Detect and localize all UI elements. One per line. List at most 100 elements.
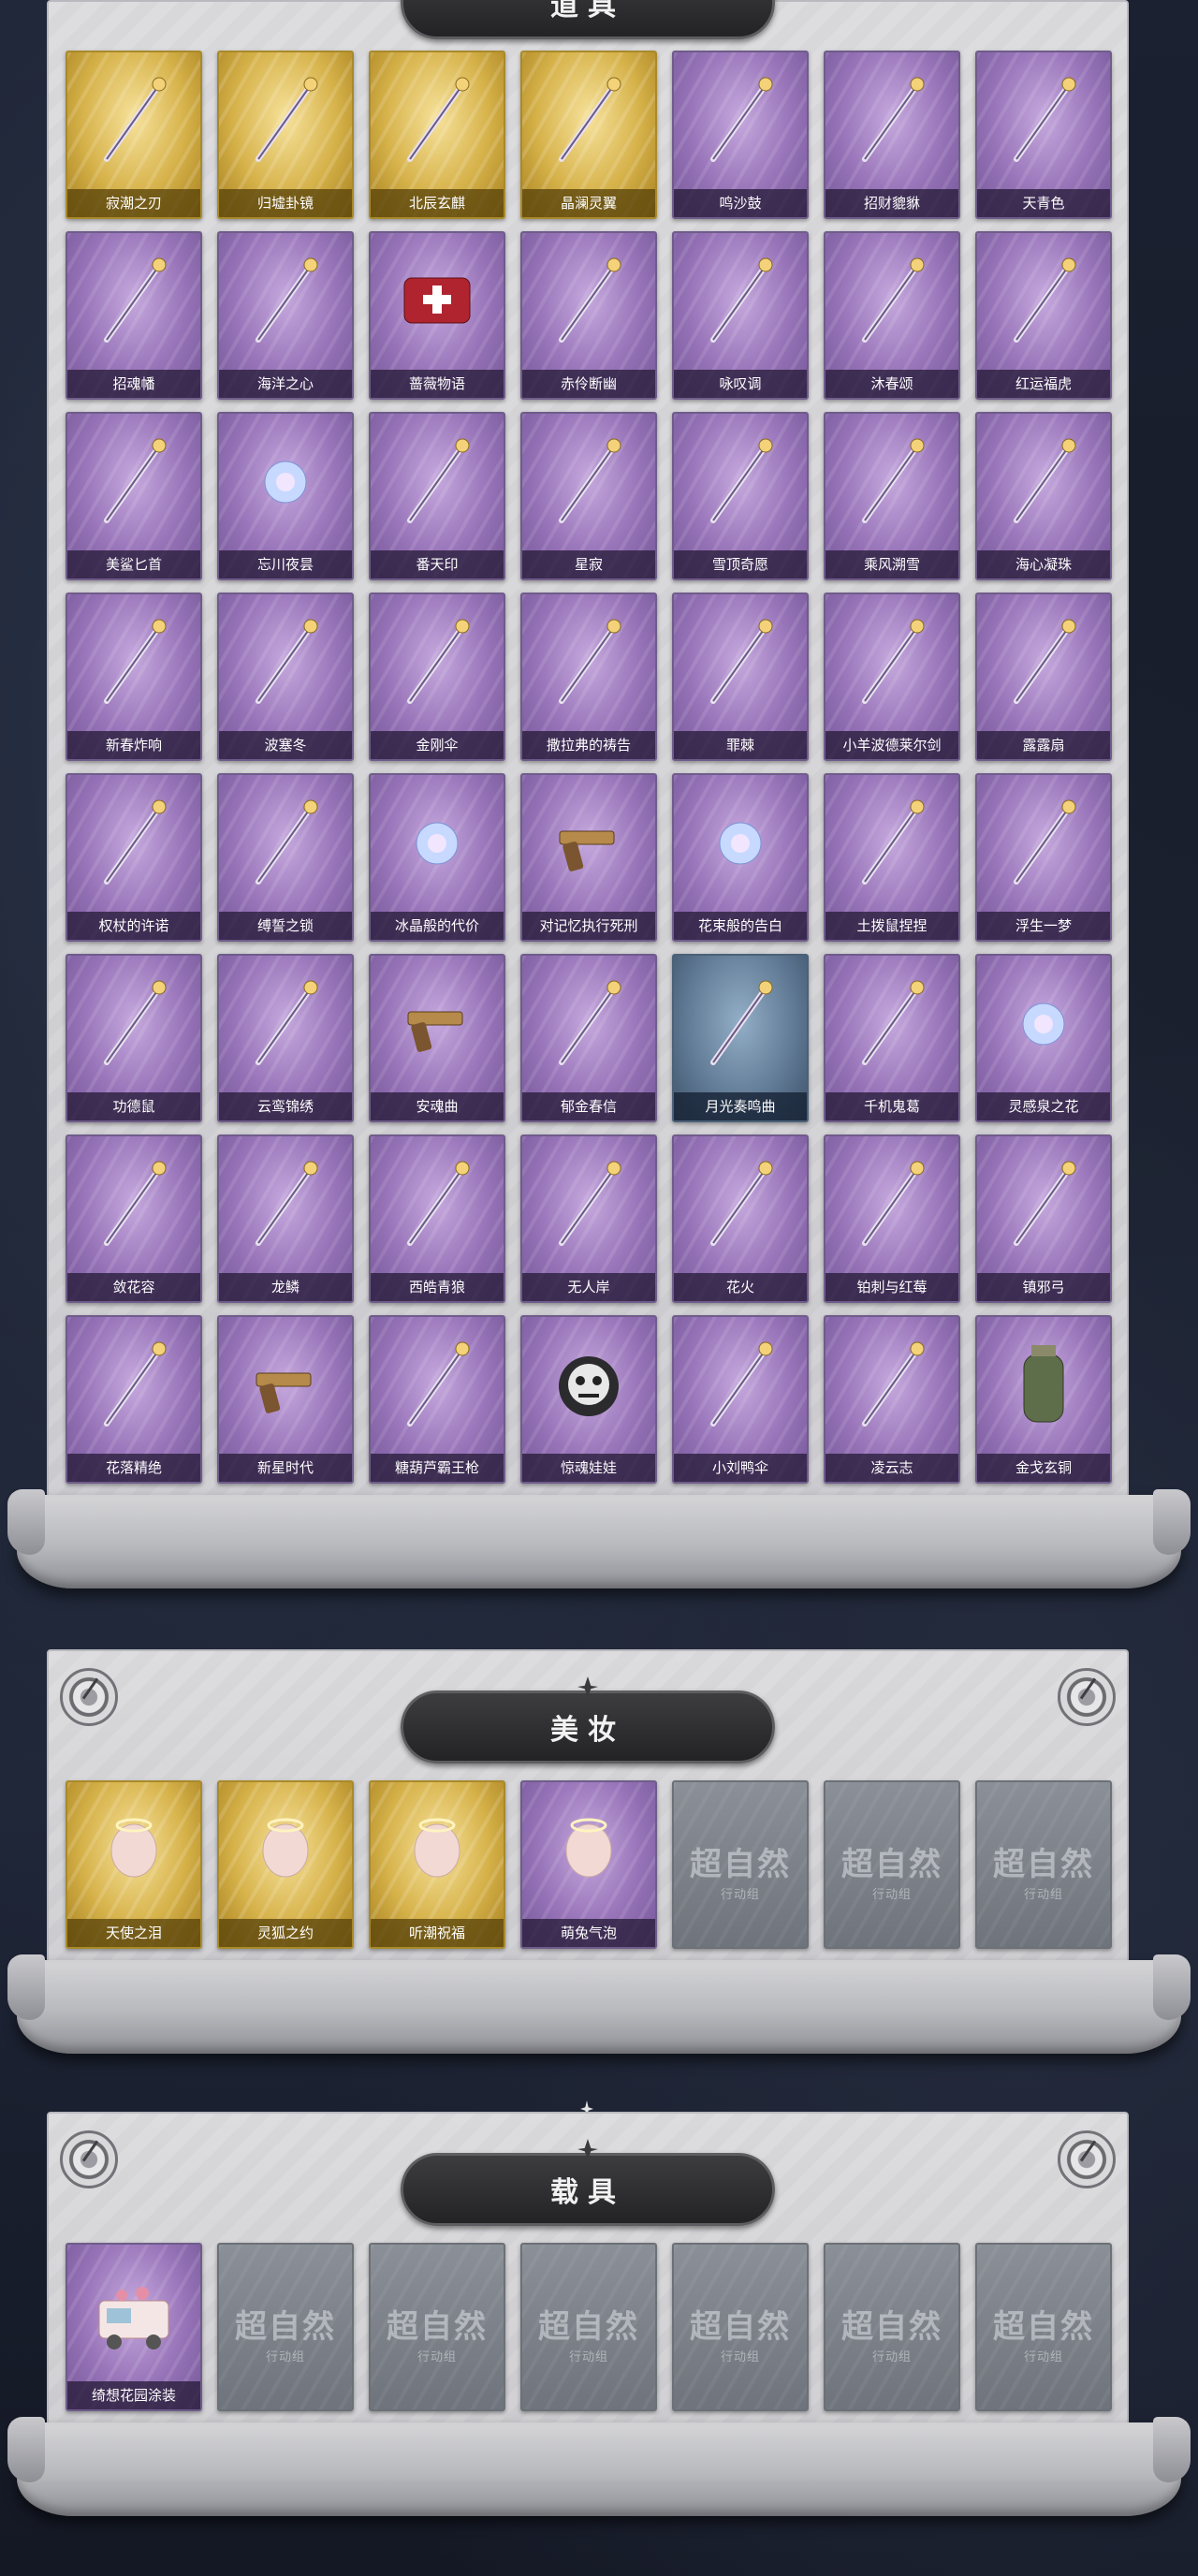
items-card[interactable]: 沐春颂 — [824, 231, 960, 400]
card-label: 功德鼠 — [67, 1092, 200, 1120]
makeup-card[interactable]: 超自然 行动组 — [824, 1780, 960, 1949]
vehicle-card[interactable]: 超自然 行动组 — [520, 2243, 657, 2411]
fin-head-icon — [397, 1799, 477, 1902]
items-card[interactable]: 金戈玄铜 — [975, 1315, 1112, 1484]
items-card[interactable]: 归墟卦镜 — [217, 51, 354, 219]
scepter-icon — [94, 792, 174, 895]
card-label: 灵狐之约 — [219, 1919, 352, 1947]
items-card[interactable]: 咏叹调 — [672, 231, 809, 400]
placeholder-sub-text: 行动组 — [871, 2350, 912, 2364]
makeup-card[interactable]: 超自然 行动组 — [672, 1780, 809, 1949]
vehicle-card[interactable]: 超自然 行动组 — [369, 2243, 505, 2411]
items-card[interactable]: 露露扇 — [975, 593, 1112, 761]
fan-icon — [1003, 611, 1084, 714]
items-card[interactable]: 忘川夜昙 — [217, 412, 354, 580]
card-label: 糖葫芦霸王枪 — [371, 1454, 504, 1482]
items-card[interactable]: 赤伶断幽 — [520, 231, 657, 400]
items-card[interactable]: 招财貔貅 — [824, 51, 960, 219]
vehicle-card[interactable]: 超自然 行动组 — [672, 2243, 809, 2411]
medal-icon — [1058, 2130, 1116, 2188]
items-card[interactable]: 土拨鼠捏捏 — [824, 773, 960, 942]
vehicle-card[interactable]: 超自然 行动组 — [824, 2243, 960, 2411]
ornament-icon — [577, 1676, 598, 1697]
items-card[interactable]: 鸣沙鼓 — [672, 51, 809, 219]
items-card[interactable]: 龙鳞 — [217, 1134, 354, 1303]
items-card[interactable]: 蔷薇物语 — [369, 231, 505, 400]
card-label: 浮生一梦 — [977, 912, 1110, 940]
items-card[interactable]: 西皓青狼 — [369, 1134, 505, 1303]
items-card[interactable]: 花落精绝 — [66, 1315, 202, 1484]
items-card[interactable]: 海洋之心 — [217, 231, 354, 400]
items-card[interactable]: 寂潮之刃 — [66, 51, 202, 219]
items-card[interactable]: 番天印 — [369, 412, 505, 580]
items-card[interactable]: 雪顶奇愿 — [672, 412, 809, 580]
card-label: 罪棘 — [674, 731, 807, 759]
ice-flower-icon — [397, 792, 477, 895]
tiger-icon — [1003, 250, 1084, 353]
pearl-shell-icon — [1003, 431, 1084, 534]
items-card[interactable]: 新春炸响 — [66, 593, 202, 761]
items-card[interactable]: 新星时代 — [217, 1315, 354, 1484]
items-panel: 道具 寂潮之刃 归墟卦镜 北辰玄麒 晶澜灵翼 鸣沙鼓 招财貔貅 天青色 招魂幡 海洋之心 蔷薇物语… — [47, 0, 1129, 1498]
makeup-card[interactable]: 萌兔气泡 — [520, 1780, 657, 1949]
items-card[interactable]: 缚誓之锁 — [217, 773, 354, 942]
items-card[interactable]: 权杖的许诺 — [66, 773, 202, 942]
vehicle-card[interactable]: 超自然 行动组 — [975, 2243, 1112, 2411]
banner-icon — [94, 250, 174, 353]
items-card[interactable]: 铂刺与红莓 — [824, 1134, 960, 1303]
items-card[interactable]: 月光奏鸣曲 — [672, 954, 809, 1122]
hamster-icon — [94, 973, 174, 1076]
makeup-card[interactable]: 听潮祝福 — [369, 1780, 505, 1949]
items-card[interactable]: 小刘鸭伞 — [672, 1315, 809, 1484]
telescope-icon — [548, 431, 629, 534]
vehicle-card[interactable]: 绮想花园涂装 — [66, 2243, 202, 2411]
vehicle-section-banner: 载具 — [401, 2139, 775, 2226]
locked-placeholder-logo: 超自然 行动组 — [977, 1838, 1110, 1902]
items-card[interactable]: 糖葫芦霸王枪 — [369, 1315, 505, 1484]
vehicle-card[interactable]: 超自然 行动组 — [217, 2243, 354, 2411]
items-card[interactable]: 罪棘 — [672, 593, 809, 761]
items-card[interactable]: 金刚伞 — [369, 593, 505, 761]
items-card[interactable]: 小羊波德莱尔剑 — [824, 593, 960, 761]
items-card[interactable]: 星寂 — [520, 412, 657, 580]
makeup-card[interactable]: 灵狐之约 — [217, 1780, 354, 1949]
items-card[interactable]: 海心凝珠 — [975, 412, 1112, 580]
items-card[interactable]: 天青色 — [975, 51, 1112, 219]
card-label: 咏叹调 — [674, 370, 807, 398]
items-card[interactable]: 功德鼠 — [66, 954, 202, 1122]
items-card[interactable]: 安魂曲 — [369, 954, 505, 1122]
umbrella-icon — [397, 611, 477, 714]
card-label: 天使之泪 — [67, 1919, 200, 1947]
items-card[interactable]: 花束般的告白 — [672, 773, 809, 942]
skull-doll-icon — [548, 1334, 629, 1437]
items-card[interactable]: 冰晶般的代价 — [369, 773, 505, 942]
items-card[interactable]: 北辰玄麒 — [369, 51, 505, 219]
makeup-card[interactable]: 超自然 行动组 — [975, 1780, 1112, 1949]
items-card[interactable]: 千机鬼葛 — [824, 954, 960, 1122]
items-card[interactable]: 云鸾锦绣 — [217, 954, 354, 1122]
makeup-card[interactable]: 天使之泪 — [66, 1780, 202, 1949]
items-card[interactable]: 惊魂娃娃 — [520, 1315, 657, 1484]
items-card[interactable]: 招魂幡 — [66, 231, 202, 400]
vehicle-section-title: 载具 — [550, 2176, 625, 2209]
fork-staff-icon — [548, 611, 629, 714]
items-card[interactable]: 灵感泉之花 — [975, 954, 1112, 1122]
shotgun-icon — [397, 973, 477, 1076]
items-card[interactable]: 无人岸 — [520, 1134, 657, 1303]
items-card[interactable]: 乘风溯雪 — [824, 412, 960, 580]
items-card[interactable]: 红运福虎 — [975, 231, 1112, 400]
placeholder-main-text: 超自然 — [690, 2308, 791, 2346]
items-card[interactable]: 镇邪弓 — [975, 1134, 1112, 1303]
card-label: 龙鳞 — [219, 1273, 352, 1301]
items-card[interactable]: 美鲨匕首 — [66, 412, 202, 580]
items-card[interactable]: 浮生一梦 — [975, 773, 1112, 942]
items-card[interactable]: 花火 — [672, 1134, 809, 1303]
items-card[interactable]: 郁金春信 — [520, 954, 657, 1122]
items-card[interactable]: 凌云志 — [824, 1315, 960, 1484]
card-label: 归墟卦镜 — [219, 189, 352, 217]
items-card[interactable]: 晶澜灵翼 — [520, 51, 657, 219]
items-card[interactable]: 撒拉弗的祷告 — [520, 593, 657, 761]
items-card[interactable]: 波塞冬 — [217, 593, 354, 761]
items-card[interactable]: 敛花容 — [66, 1134, 202, 1303]
items-card[interactable]: 对记忆执行死刑 — [520, 773, 657, 942]
